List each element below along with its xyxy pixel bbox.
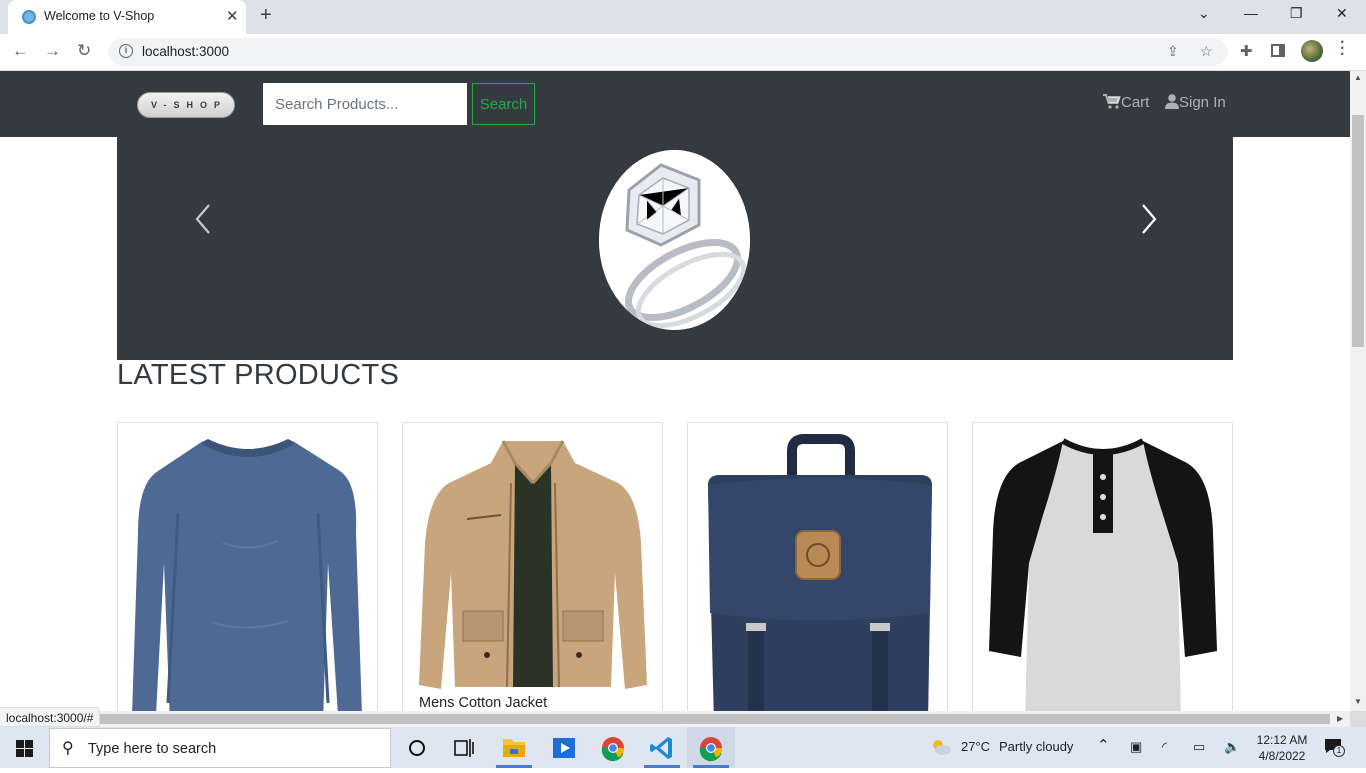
horizontal-scroll-thumb[interactable] <box>98 714 1330 724</box>
address-bar[interactable]: i localhost:3000 ⇪ ☆ <box>108 38 1228 66</box>
blue-long-sleeve-tee-image <box>132 439 362 711</box>
meet-now-icon[interactable]: ▣ <box>1130 739 1142 755</box>
media-player-icon <box>553 738 575 758</box>
carousel-prev-icon[interactable] <box>189 199 219 239</box>
site-favicon-icon <box>22 10 36 24</box>
forward-icon[interactable]: → <box>44 41 61 61</box>
sign-in-link[interactable]: Sign In <box>1165 94 1226 111</box>
weather-cloud-icon[interactable] <box>929 737 953 757</box>
weather-temperature[interactable]: 27°C <box>961 739 990 754</box>
close-tab-icon[interactable]: ✕ <box>226 7 239 25</box>
product-card[interactable]: Mens Cotton Jacket <box>402 422 663 711</box>
search-icon: ⚲ <box>62 740 74 757</box>
cart-link[interactable]: Cart <box>1103 94 1149 111</box>
site-header: V-SHOP Search Cart Sign In <box>0 71 1350 137</box>
network-icon[interactable]: ◜ <box>1162 739 1167 755</box>
scrollbar-corner <box>1350 711 1366 727</box>
sign-in-label: Sign In <box>1179 94 1226 111</box>
reload-icon[interactable]: ↻ <box>77 41 91 61</box>
carousel-next-icon[interactable] <box>1133 199 1163 239</box>
back-icon[interactable]: ← <box>12 41 29 61</box>
vscode-button[interactable] <box>638 727 686 768</box>
latest-products-heading: LATEST PRODUCTS <box>117 359 400 391</box>
minimize-button[interactable]: — <box>1244 5 1258 21</box>
product-card[interactable] <box>117 422 378 711</box>
windows-start-icon[interactable] <box>16 740 33 757</box>
vertical-scrollbar[interactable]: ▲ ▼ <box>1350 71 1366 711</box>
product-carousel <box>117 137 1233 360</box>
volume-icon[interactable]: 🔈 <box>1224 739 1240 755</box>
scroll-up-icon[interactable]: ▲ <box>1354 73 1362 82</box>
navy-backpack-image <box>708 434 932 711</box>
restore-button[interactable]: ❐ <box>1290 5 1303 22</box>
page-viewport: V-SHOP Search Cart Sign In <box>0 71 1350 711</box>
chrome-active-button[interactable] <box>687 727 735 768</box>
task-view-icon <box>454 739 474 757</box>
weather-condition[interactable]: Partly cloudy <box>999 739 1073 754</box>
raglan-henley-tee-image <box>989 438 1217 711</box>
new-tab-button[interactable]: + <box>260 4 272 27</box>
search-input[interactable] <box>263 83 467 125</box>
site-logo[interactable]: V-SHOP <box>137 92 235 118</box>
profile-avatar[interactable] <box>1301 40 1323 62</box>
cortana-button[interactable] <box>393 727 441 768</box>
scroll-right-icon[interactable]: ▶ <box>1337 714 1343 723</box>
bookmark-star-icon[interactable]: ☆ <box>1200 43 1213 60</box>
chrome-button[interactable] <box>589 727 637 768</box>
beige-cotton-jacket-image <box>419 440 647 689</box>
horizontal-scrollbar[interactable]: ▶ <box>0 711 1350 727</box>
side-panel-icon[interactable] <box>1271 44 1285 57</box>
taskbar-search-box[interactable]: ⚲ Type here to search <box>49 728 391 768</box>
taskbar-search-text: Type here to search <box>88 741 217 757</box>
file-explorer-button[interactable] <box>490 727 538 768</box>
folder-icon <box>503 739 525 757</box>
user-icon <box>1165 94 1179 109</box>
vertical-scroll-thumb[interactable] <box>1352 115 1364 347</box>
scroll-down-icon[interactable]: ▼ <box>1354 697 1362 706</box>
browser-menu-icon[interactable]: · · · <box>1340 35 1346 63</box>
chrome-icon <box>699 737 722 762</box>
browser-toolbar: ← → ↻ i localhost:3000 ⇪ ☆ ✚ · · · <box>0 34 1366 71</box>
cart-icon <box>1103 94 1121 109</box>
status-bar-url: localhost:3000/# <box>0 707 101 727</box>
action-center-button[interactable]: 1 <box>1324 738 1345 757</box>
carousel-image-diamond-ring[interactable] <box>599 150 750 330</box>
site-info-icon[interactable]: i <box>119 44 133 58</box>
extensions-icon[interactable]: ✚ <box>1240 42 1253 60</box>
task-view-button[interactable] <box>440 727 488 768</box>
notification-count-badge: 1 <box>1333 745 1345 757</box>
clock-time: 12:12 AM <box>1256 733 1308 747</box>
product-card[interactable] <box>687 422 948 711</box>
cart-label: Cart <box>1121 94 1150 111</box>
tab-title: Welcome to V-Shop <box>44 9 155 23</box>
windows-taskbar: ⚲ Type here to search 27°C Partly cloudy… <box>0 727 1366 768</box>
browser-tab[interactable]: Welcome to V-Shop ✕ <box>8 0 246 34</box>
close-window-button[interactable]: ✕ <box>1336 5 1348 22</box>
share-icon[interactable]: ⇪ <box>1167 43 1179 60</box>
cortana-icon <box>409 740 425 756</box>
battery-icon[interactable]: ▭ <box>1193 739 1205 755</box>
show-hidden-icons-icon[interactable]: ⌃ <box>1097 736 1110 754</box>
chrome-icon <box>601 737 624 762</box>
vscode-icon <box>650 737 672 759</box>
system-clock[interactable]: 12:12 AM 4/8/2022 <box>1252 732 1312 764</box>
product-name[interactable]: Mens Cotton Jacket <box>419 695 547 711</box>
tab-search-icon[interactable]: ⌄ <box>1198 5 1210 22</box>
media-player-button[interactable] <box>540 727 588 768</box>
search-button[interactable]: Search <box>472 83 535 125</box>
product-card[interactable] <box>972 422 1233 711</box>
clock-date: 4/8/2022 <box>1258 749 1306 763</box>
address-url: localhost:3000 <box>142 44 230 59</box>
diamond-ring-image <box>599 150 750 330</box>
browser-tab-strip: Welcome to V-Shop ✕ + ⌄ — ❐ ✕ <box>0 0 1366 34</box>
